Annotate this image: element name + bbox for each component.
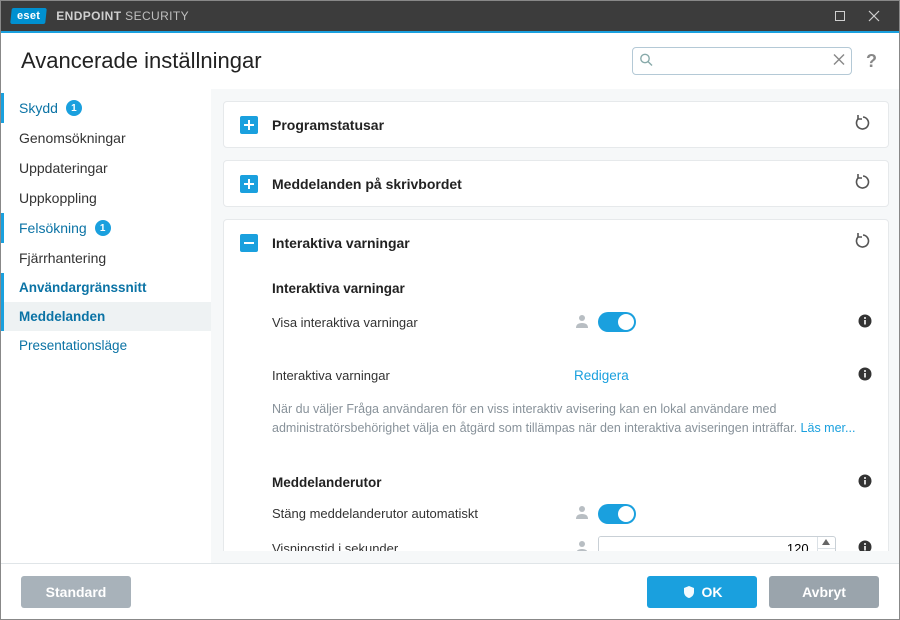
edit-link[interactable]: Redigera	[574, 368, 629, 383]
collapse-icon[interactable]	[240, 234, 258, 252]
brand: eset ENDPOINT SECURITY	[11, 8, 189, 24]
row-visningstid: Visningstid i sekunder	[272, 530, 872, 552]
row-visa-interaktiva: Visa interaktiva varningar	[272, 306, 872, 338]
spin-up-button[interactable]	[818, 537, 835, 550]
sidebar-item-label: Felsökning	[19, 220, 87, 236]
user-icon	[574, 313, 590, 332]
main: Programstatusar Meddelanden på skrivbord…	[211, 89, 899, 563]
ok-button[interactable]: OK	[647, 576, 757, 608]
sidebar-item-meddelanden[interactable]: Meddelanden	[1, 302, 211, 331]
search-input[interactable]	[632, 47, 852, 75]
panel-interaktiva-varningar: Interaktiva varningar Interaktiva varnin…	[223, 219, 889, 551]
panel-title: Meddelanden på skrivbordet	[272, 176, 462, 192]
clear-search-icon[interactable]	[833, 54, 845, 69]
row-section2-header: Meddelanderutor	[272, 468, 872, 498]
expand-icon[interactable]	[240, 116, 258, 134]
row-label: Visa interaktiva varningar	[272, 315, 562, 330]
info-icon[interactable]	[858, 476, 872, 491]
info-icon[interactable]	[858, 316, 872, 331]
sidebar-item-genomsokningar[interactable]: Genomsökningar	[1, 123, 211, 153]
footer: Standard OK Avbryt	[1, 563, 899, 619]
sidebar-item-felsokning[interactable]: Felsökning 1	[1, 213, 211, 243]
sidebar-item-fjarrhantering[interactable]: Fjärrhantering	[1, 243, 211, 273]
info-icon[interactable]	[858, 369, 872, 384]
panel-meddelanden-skrivbordet: Meddelanden på skrivbordet	[223, 160, 889, 207]
badge: 1	[95, 220, 111, 236]
sidebar-item-presentationslage[interactable]: Presentationsläge	[1, 331, 211, 360]
sidebar-item-label: Presentationsläge	[19, 338, 127, 353]
shield-icon	[682, 585, 696, 599]
title-bar: eset ENDPOINT SECURITY	[1, 1, 899, 31]
sidebar-item-label: Skydd	[19, 100, 58, 116]
number-input-wrap	[598, 536, 836, 552]
panel-header[interactable]: Meddelanden på skrivbordet	[224, 161, 888, 206]
toggle-stang-auto[interactable]	[598, 504, 636, 524]
expand-icon[interactable]	[240, 175, 258, 193]
sidebar-item-label: Uppdateringar	[19, 160, 108, 176]
main-scroll[interactable]: Programstatusar Meddelanden på skrivbord…	[223, 101, 895, 551]
panel-body: Interaktiva varningar Visa interaktiva v…	[224, 265, 888, 551]
sidebar-item-anvandargranssnitt[interactable]: Användargränssnitt	[1, 273, 211, 302]
spin-buttons	[817, 537, 835, 552]
row-label: Visningstid i sekunder	[272, 541, 562, 551]
brand-logo: eset	[10, 8, 47, 24]
sidebar-item-label: Uppkoppling	[19, 190, 97, 206]
brand-text: ENDPOINT SECURITY	[56, 9, 189, 23]
row-interaktiva-redigera: Interaktiva varningar Redigera	[272, 360, 872, 390]
row-label: Stäng meddelanderutor automatiskt	[272, 506, 562, 521]
sidebar-item-label: Meddelanden	[19, 309, 105, 324]
sidebar-item-uppdateringar[interactable]: Uppdateringar	[1, 153, 211, 183]
sidebar-item-label: Användargränssnitt	[19, 280, 147, 295]
spin-down-button[interactable]	[818, 549, 835, 551]
sidebar: Skydd 1 Genomsökningar Uppdateringar Upp…	[1, 89, 211, 563]
panel-header[interactable]: Interaktiva varningar	[224, 220, 888, 265]
cancel-button[interactable]: Avbryt	[769, 576, 879, 608]
sidebar-item-skydd[interactable]: Skydd 1	[1, 93, 211, 123]
sidebar-item-label: Genomsökningar	[19, 130, 126, 146]
reset-icon[interactable]	[854, 173, 872, 194]
panel-header[interactable]: Programstatusar	[224, 102, 888, 147]
toggle-visa-interaktiva[interactable]	[598, 312, 636, 332]
search-wrap	[632, 47, 852, 75]
learn-more-link[interactable]: Läs mer...	[801, 421, 856, 435]
panel-title: Interaktiva varningar	[272, 235, 410, 251]
row-label: Interaktiva varningar	[272, 368, 562, 383]
panel-programstatusar: Programstatusar	[223, 101, 889, 148]
row-stang-auto: Stäng meddelanderutor automatiskt	[272, 498, 872, 530]
badge: 1	[66, 100, 82, 116]
window-close-button[interactable]	[857, 2, 891, 30]
section-title-interaktiva: Interaktiva varningar	[272, 281, 872, 296]
reset-icon[interactable]	[854, 232, 872, 253]
panel-title: Programstatusar	[272, 117, 384, 133]
description-text: När du väljer Fråga användaren för en vi…	[272, 400, 872, 438]
reset-icon[interactable]	[854, 114, 872, 135]
user-icon	[574, 504, 590, 523]
page-title: Avancerade inställningar	[21, 48, 262, 74]
help-button[interactable]: ?	[864, 51, 879, 72]
visningstid-input[interactable]	[599, 537, 817, 552]
window-maximize-button[interactable]	[823, 2, 857, 30]
sidebar-item-uppkoppling[interactable]: Uppkoppling	[1, 183, 211, 213]
info-icon[interactable]	[858, 542, 872, 551]
sidebar-item-label: Fjärrhantering	[19, 250, 106, 266]
default-button[interactable]: Standard	[21, 576, 131, 608]
user-icon	[574, 539, 590, 551]
section-title-meddelanderutor: Meddelanderutor	[272, 475, 382, 490]
search-icon	[639, 53, 653, 70]
header: Avancerade inställningar ?	[1, 33, 899, 89]
